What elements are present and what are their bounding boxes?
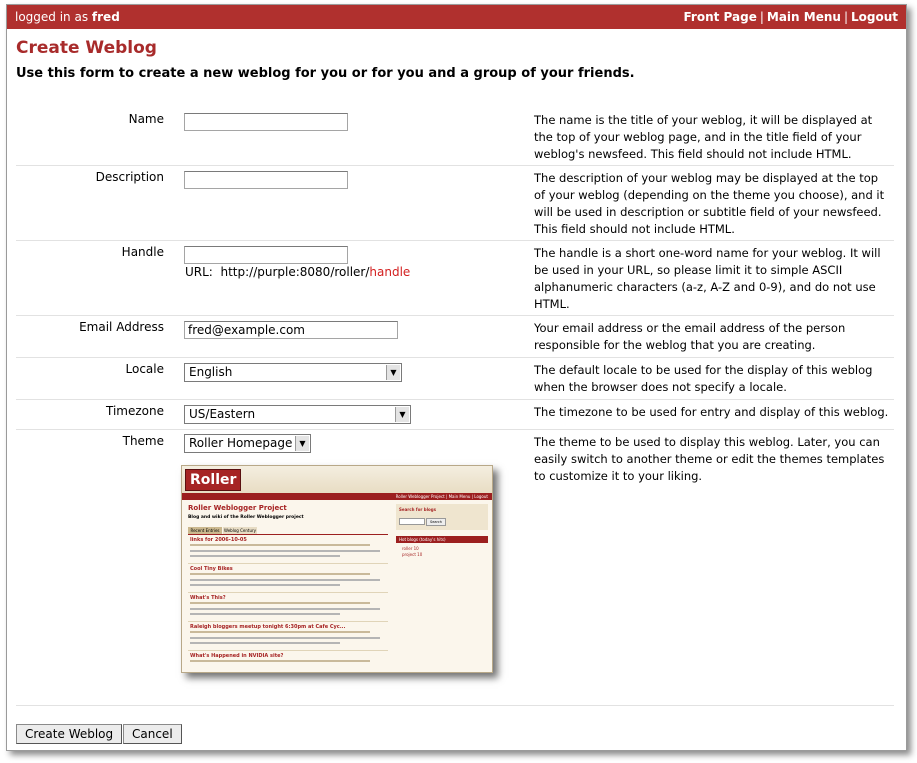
row-handle: Handle URL: http://purple:8080/roller/ha…	[16, 240, 894, 316]
nav-separator: |	[843, 10, 848, 24]
preview-subtitle: Blog and wiki of the Roller Weblogger pr…	[188, 515, 304, 520]
preview-side-item: project 10	[402, 552, 423, 557]
preview-nav-links: Roller Weblogger Project | Main Menu | L…	[395, 494, 488, 499]
preview-search-heading: Search for blogs	[399, 507, 436, 512]
preview-side-item: roller 10	[402, 546, 419, 551]
preview-entry: links for 2006-10-05	[188, 535, 388, 564]
cancel-button[interactable]: Cancel	[123, 724, 182, 744]
front-page-link[interactable]: Front Page	[683, 10, 756, 24]
locale-select[interactable]: English ▼	[184, 363, 402, 382]
preview-entry: Cool Tiny Bikes	[188, 564, 388, 593]
email-help: Your email address or the email address …	[534, 321, 846, 352]
row-email: Email Address fred@example.com Your emai…	[16, 315, 894, 358]
create-weblog-button[interactable]: Create Weblog	[16, 724, 123, 744]
login-status: logged in as fred	[15, 10, 120, 24]
preview-main: Roller Weblogger Project Blog and wiki o…	[186, 502, 392, 672]
preview-entry: What's This?	[188, 593, 388, 622]
preview-entry-title: What's Happened in NVIDIA site?	[190, 653, 284, 659]
handle-label: Handle	[121, 245, 164, 259]
locale-value: English	[189, 365, 233, 379]
page-title: Create Weblog	[16, 38, 157, 58]
preview-entry-title: links for 2006-10-05	[190, 537, 247, 543]
handle-url: URL: http://purple:8080/roller/handle	[185, 265, 410, 279]
handle-input[interactable]	[184, 246, 348, 264]
preview-search-input	[399, 518, 425, 525]
timezone-value: US/Eastern	[189, 407, 256, 421]
preview-entry-title: Cool Tiny Bikes	[190, 566, 233, 572]
preview-entry: Raleigh bloggers meetup tonight 6:30pm a…	[188, 622, 388, 651]
theme-label: Theme	[122, 434, 164, 448]
preview-tab: Weblog Century	[223, 527, 257, 534]
timezone-select[interactable]: US/Eastern ▼	[184, 405, 411, 424]
theme-select[interactable]: Roller Homepage ▼	[184, 434, 311, 453]
page-frame: logged in as fred Front Page | Main Menu | L…	[6, 4, 907, 751]
timezone-label: Timezone	[106, 404, 164, 418]
preview-entry-title: What's This?	[190, 595, 226, 601]
preview-entry-title: Raleigh bloggers meetup tonight 6:30pm a…	[190, 624, 346, 630]
handle-url-prefix: URL: http://purple:8080/roller/	[185, 265, 370, 279]
timezone-help: The timezone to be used for entry and di…	[534, 405, 889, 419]
row-name: Name The name is the title of your weblo…	[16, 103, 894, 166]
preview-title: Roller Weblogger Project	[188, 504, 287, 512]
preview-side-heading: Hot blogs (today's hits)	[396, 536, 488, 543]
chevron-down-icon[interactable]: ▼	[386, 365, 400, 380]
handle-url-handle: handle	[369, 265, 411, 279]
form-actions: Create Weblog Cancel	[16, 705, 894, 744]
preview-sidebar: Search for blogs Search Hot blogs (today…	[396, 502, 488, 672]
preview-entry: What's Happened in NVIDIA site?	[188, 651, 388, 672]
locale-help: The default locale to be used for the di…	[534, 363, 873, 394]
preview-logo: Roller	[185, 469, 242, 491]
theme-preview: Roller Roller Weblogger Project | Main M…	[181, 465, 493, 673]
description-help: The description of your weblog may be di…	[534, 171, 885, 236]
preview-header: Roller	[182, 466, 492, 494]
chevron-down-icon[interactable]: ▼	[395, 407, 409, 422]
locale-label: Locale	[125, 362, 164, 376]
preview-search-button: Search	[426, 518, 446, 526]
email-input[interactable]: fred@example.com	[184, 321, 398, 339]
description-input[interactable]	[184, 171, 348, 189]
theme-help: The theme to be used to display this web…	[534, 435, 885, 483]
preview-entries: links for 2006-10-05 Cool Tiny Bikes Wha…	[188, 534, 388, 672]
top-nav: Front Page | Main Menu | Logout	[683, 10, 898, 24]
main-menu-link[interactable]: Main Menu	[767, 10, 841, 24]
chevron-down-icon[interactable]: ▼	[295, 436, 309, 451]
username: fred	[91, 10, 120, 24]
name-label: Name	[128, 112, 164, 126]
logged-in-prefix: logged in as	[15, 10, 89, 24]
row-description: Description The description of your webl…	[16, 165, 894, 241]
top-bar: logged in as fred Front Page | Main Menu | L…	[7, 5, 906, 29]
theme-value: Roller Homepage	[189, 436, 293, 450]
email-label: Email Address	[79, 320, 164, 334]
name-help: The name is the title of your weblog, it…	[534, 113, 873, 161]
preview-search-box: Search for blogs Search	[396, 504, 488, 530]
handle-help: The handle is a short one-word name for …	[534, 246, 881, 311]
nav-separator: |	[759, 10, 764, 24]
logout-link[interactable]: Logout	[851, 10, 898, 24]
name-input[interactable]	[184, 113, 348, 131]
preview-tab: Recent Entries	[188, 527, 222, 534]
row-timezone: Timezone US/Eastern ▼ The timezone to be…	[16, 399, 894, 430]
row-locale: Locale English ▼ The default locale to b…	[16, 357, 894, 400]
description-label: Description	[95, 170, 164, 184]
page-subtitle: Use this form to create a new weblog for…	[16, 66, 635, 81]
